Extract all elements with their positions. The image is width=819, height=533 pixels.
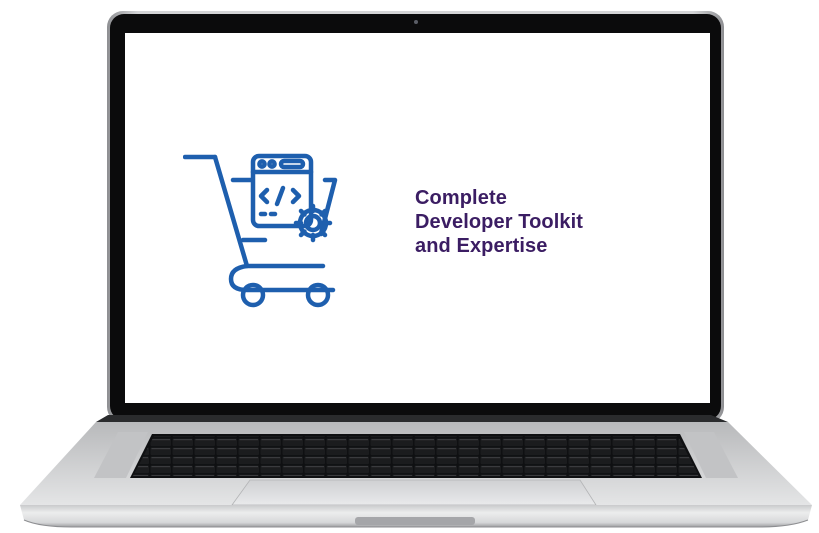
opening-notch: [355, 517, 475, 525]
headline: Complete Developer Toolkit and Expertise: [415, 186, 583, 258]
shopping-cart-code-gear-icon: [183, 153, 338, 308]
screen-content: Complete Developer Toolkit and Expertise: [125, 33, 710, 403]
headline-line-3: and Expertise: [415, 235, 548, 257]
headline-line-1: Complete: [415, 187, 507, 209]
camera-icon: [414, 20, 418, 24]
trackpad: [231, 479, 597, 506]
keyboard-keys: [133, 436, 699, 476]
hinge: [96, 415, 728, 422]
headline-line-2: Developer Toolkit: [415, 211, 584, 233]
laptop-mockup: Complete Developer Toolkit and Expertise: [0, 0, 819, 533]
